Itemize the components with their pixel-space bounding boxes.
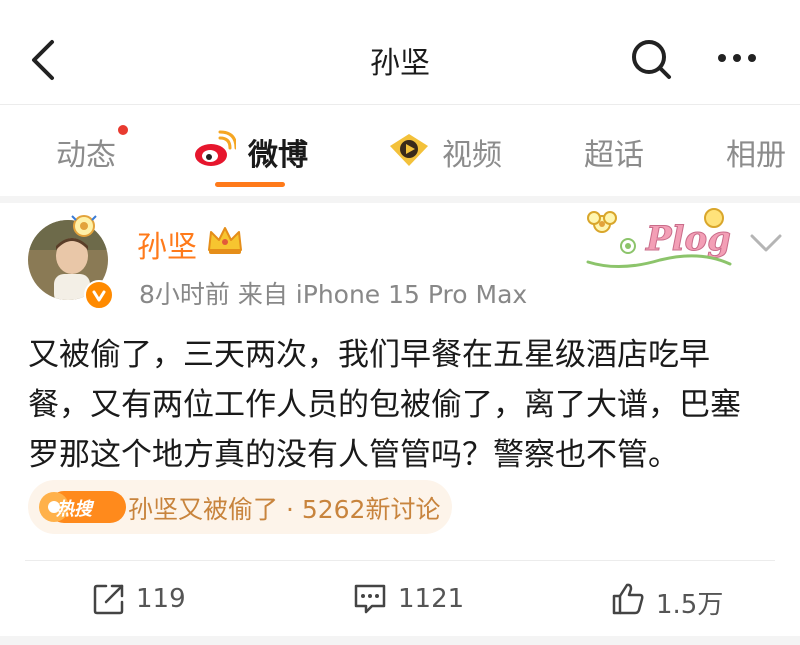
post-menu-button[interactable] xyxy=(748,230,784,258)
comment-icon xyxy=(354,584,386,614)
tab-label: 视频 xyxy=(442,138,502,173)
tab-label: 超话 xyxy=(584,138,644,173)
post-text: 又被偷了，三天两次，我们早餐在五星级酒店吃早 餐，又有两位工作人员的包被偷了，离… xyxy=(28,330,778,480)
more-icon xyxy=(718,54,756,62)
like-icon xyxy=(612,583,644,615)
search-icon xyxy=(632,40,671,79)
flower-icon xyxy=(587,211,636,254)
comment-count: 1121 xyxy=(398,584,465,614)
like-count: 1.5万 xyxy=(656,590,724,620)
hot-search-link[interactable]: 热搜 孙坚又被偷了 · 5262新讨论 xyxy=(28,480,452,534)
repost-count: 119 xyxy=(136,584,186,614)
verified-badge-icon xyxy=(84,280,114,310)
post-meta: 8小时前 来自 iPhone 15 Pro Max xyxy=(139,280,528,309)
avatar-pendant-icon xyxy=(71,215,97,237)
active-tab-indicator xyxy=(215,182,285,187)
post-username[interactable]: 孙坚 xyxy=(137,222,197,266)
smiley-icon xyxy=(704,208,724,228)
tab-label: 动态 xyxy=(56,138,116,173)
post-text-line: 又被偷了，三天两次，我们早餐在五星级酒店吃早 xyxy=(28,337,710,373)
chevron-down-icon xyxy=(750,234,782,252)
page-title: 孙坚 xyxy=(370,46,430,81)
repost-icon xyxy=(93,584,124,615)
more-button[interactable] xyxy=(712,38,762,78)
search-button[interactable] xyxy=(628,36,674,82)
post-text-line: 餐，又有两位工作人员的包被偷了，离了大谱，巴塞 xyxy=(28,387,741,423)
notification-dot xyxy=(118,125,128,135)
tab-label: 相册 xyxy=(726,138,786,173)
tab-label: 微博 xyxy=(248,138,308,173)
action-divider xyxy=(25,560,775,561)
nav-divider xyxy=(0,104,800,105)
plog-sticker: Plog xyxy=(586,208,732,269)
crown-icon xyxy=(208,227,242,254)
hot-search-badge: 热搜 xyxy=(56,499,92,520)
video-badge-icon xyxy=(390,134,428,166)
hot-search-text: 孙坚又被偷了 · 5262新讨论 xyxy=(128,495,441,524)
weibo-logo-icon xyxy=(195,130,236,166)
post-text-line: 罗那这个地方真的没有人管管吗？警察也不管。 xyxy=(28,437,679,473)
bottom-gap xyxy=(0,636,800,645)
